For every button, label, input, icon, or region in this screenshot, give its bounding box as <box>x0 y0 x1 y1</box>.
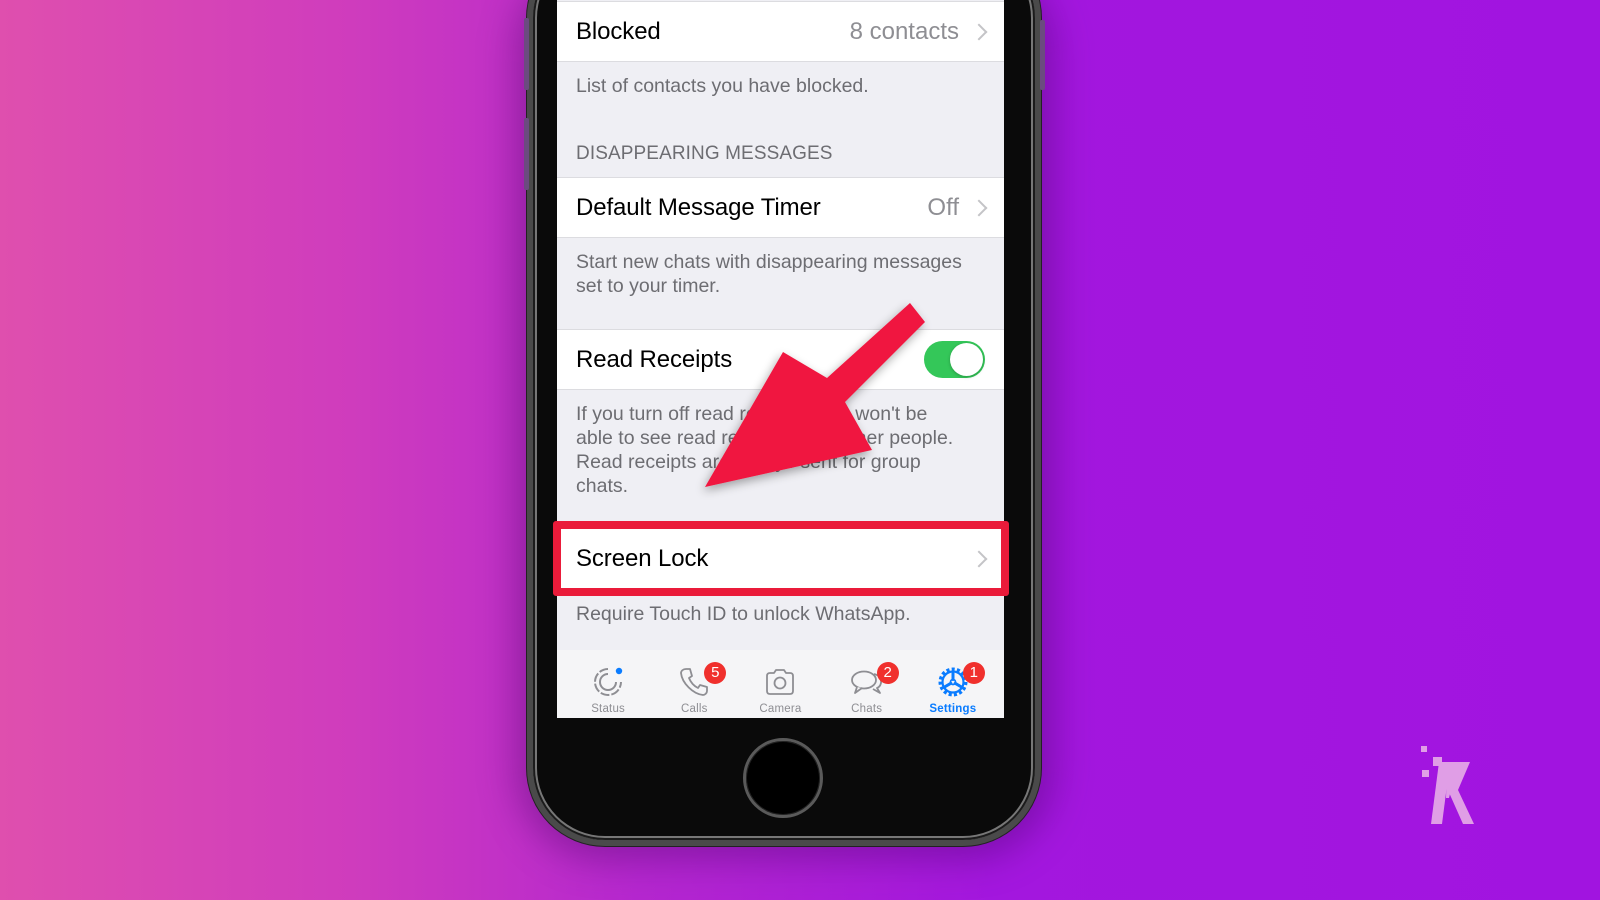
blocked-footer: List of contacts you have blocked. <box>576 75 869 97</box>
chevron-right-icon <box>973 550 985 568</box>
tab-camera[interactable]: Camera <box>740 650 820 718</box>
screen-lock-row[interactable]: Screen Lock <box>557 528 1004 589</box>
blocked-label: Blocked <box>576 17 661 45</box>
footer-line: If you turn off read receipts, you won't… <box>576 403 928 425</box>
tab-label: Status <box>591 703 625 715</box>
tab-label: Settings <box>929 703 977 715</box>
read-receipts-footer: If you turn off read receipts, you won't… <box>576 402 991 498</box>
knowtechie-k-logo <box>1421 746 1474 824</box>
footer-line: Read receipts are always sent for group <box>576 451 921 473</box>
settings-badge: 1 <box>962 662 985 684</box>
tab-bar: Status 5 Calls Camera 2 Chats 1 Settings <box>557 650 1004 718</box>
camera-icon <box>766 669 795 695</box>
default-message-timer-label: Default Message Timer <box>576 193 821 221</box>
volume-down-button <box>524 118 529 190</box>
chats-badge: 2 <box>876 662 899 684</box>
blocked-row[interactable]: Blocked 8 contacts <box>557 1 1004 62</box>
blocked-count: 8 contacts <box>849 17 959 45</box>
tab-label: Calls <box>681 703 708 715</box>
home-button[interactable] <box>743 738 823 818</box>
footer-line: able to see read receipts from other peo… <box>576 427 954 449</box>
read-receipts-row: Read Receipts <box>557 329 1004 390</box>
tab-status[interactable]: Status <box>568 650 648 718</box>
disappearing-messages-header: DISAPPEARING MESSAGES <box>576 143 833 164</box>
default-message-timer-value: Off <box>927 193 959 221</box>
screen-lock-footer: Require Touch ID to unlock WhatsApp. <box>576 603 911 625</box>
default-message-timer-row[interactable]: Default Message Timer Off <box>557 177 1004 238</box>
footer-line: set to your timer. <box>576 275 721 297</box>
toggle-knob <box>950 343 983 376</box>
tab-label: Chats <box>851 703 883 715</box>
tab-settings[interactable]: 1 Settings <box>913 650 993 718</box>
power-button <box>1040 20 1045 90</box>
footer-line: chats. <box>576 475 629 497</box>
footer-line: Start new chats with disappearing messag… <box>576 251 962 273</box>
tab-label: Camera <box>759 703 802 715</box>
read-receipts-toggle[interactable] <box>924 341 985 378</box>
whatsapp-privacy-settings-screen: Blocked 8 contacts List of contacts you … <box>557 0 1004 718</box>
calls-badge: 5 <box>704 662 727 684</box>
chevron-right-icon <box>973 199 985 217</box>
screen-lock-label: Screen Lock <box>576 544 709 572</box>
tab-calls[interactable]: 5 Calls <box>654 650 734 718</box>
volume-up-button <box>524 18 529 90</box>
status-icon <box>594 667 623 696</box>
read-receipts-label: Read Receipts <box>576 345 733 373</box>
tab-chats[interactable]: 2 Chats <box>827 650 907 718</box>
chevron-right-icon <box>973 23 985 41</box>
default-timer-footer: Start new chats with disappearing messag… <box>576 250 991 298</box>
